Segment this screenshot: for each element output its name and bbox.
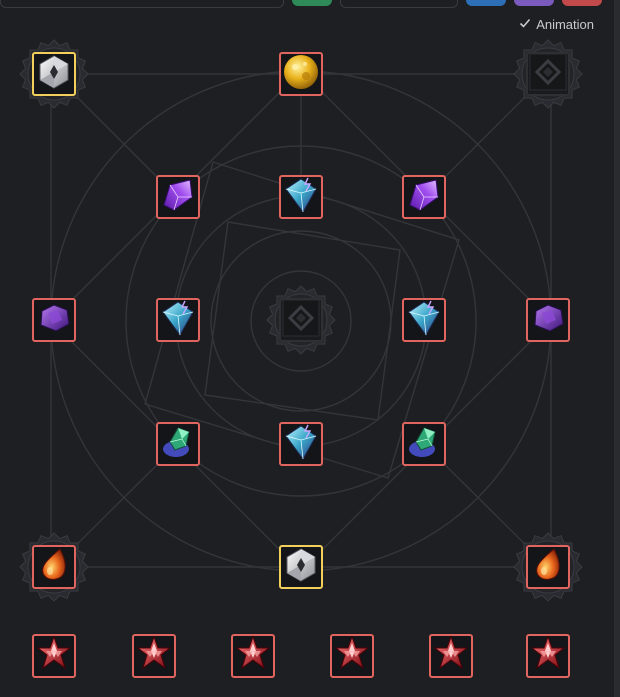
gem-slot-inner-top-right[interactable]	[402, 175, 446, 219]
amethyst-gem-icon	[34, 298, 74, 343]
fire-drop-icon	[34, 545, 74, 590]
fire-drop-icon	[528, 545, 568, 590]
gem-slot-mid-left[interactable]	[32, 298, 76, 342]
gem-slot-inner-top-center[interactable]	[279, 175, 323, 219]
lightning-crystal-icon	[158, 298, 198, 343]
emerald-shard-icon	[158, 422, 198, 467]
gem-slot-corner-top-right[interactable]	[526, 52, 570, 96]
emerald-shard-icon	[404, 422, 444, 467]
gem-slot-inner-bottom-center[interactable]	[279, 422, 323, 466]
white-crystal-icon	[34, 52, 74, 97]
gem-slot-inner-mid-right[interactable]	[402, 298, 446, 342]
gem-slot-inner-mid-left[interactable]	[156, 298, 200, 342]
gem-slot-inner-top-left[interactable]	[156, 175, 200, 219]
gem-slot-mid-right[interactable]	[526, 298, 570, 342]
inventory-slot[interactable]	[32, 634, 76, 678]
gem-slot-corner-bottom-right[interactable]	[526, 545, 570, 589]
gem-slot-inner-bottom-right[interactable]	[402, 422, 446, 466]
lightning-crystal-icon	[281, 422, 321, 467]
ruby-star-icon	[34, 634, 74, 679]
locked-slot-icon	[281, 298, 321, 343]
purple-shard-icon	[404, 175, 444, 220]
gem-slot-center[interactable]	[279, 298, 323, 342]
ruby-star-icon	[431, 634, 471, 679]
inventory-slot[interactable]	[231, 634, 275, 678]
lightning-crystal-icon	[281, 175, 321, 220]
inventory-slot[interactable]	[132, 634, 176, 678]
gold-ore-icon	[281, 52, 321, 97]
ruby-star-icon	[528, 634, 568, 679]
inventory-slot[interactable]	[429, 634, 473, 678]
inventory-slot[interactable]	[526, 634, 570, 678]
ruby-star-icon	[233, 634, 273, 679]
gem-slot-corner-bottom-left[interactable]	[32, 545, 76, 589]
locked-slot-icon	[528, 52, 568, 97]
gem-slot-bottom-center[interactable]	[279, 545, 323, 589]
lightning-crystal-icon	[404, 298, 444, 343]
amethyst-gem-icon	[528, 298, 568, 343]
board-background	[50, 70, 552, 572]
inventory-slot[interactable]	[330, 634, 374, 678]
purple-shard-icon	[158, 175, 198, 220]
ruby-star-icon	[332, 634, 372, 679]
white-crystal-icon	[281, 545, 321, 590]
gem-slot-top-center[interactable]	[279, 52, 323, 96]
gem-slot-inner-bottom-left[interactable]	[156, 422, 200, 466]
gem-slot-corner-top-left[interactable]	[32, 52, 76, 96]
ruby-star-icon	[134, 634, 174, 679]
